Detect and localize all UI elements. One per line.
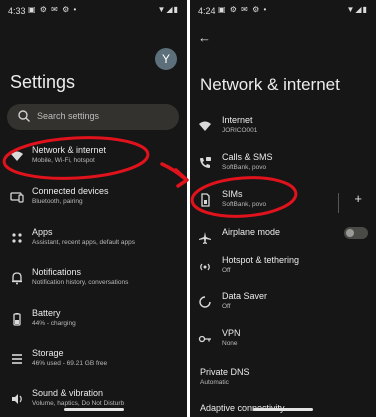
item-title: Data Saver	[222, 291, 268, 301]
wifi-icon	[11, 151, 23, 161]
network-item-vpn[interactable]: VPN None	[190, 326, 376, 362]
airplane-mode-toggle[interactable]	[344, 227, 368, 239]
notification-icons: ▣ ⚙ ✉ ⚙ •	[218, 5, 268, 14]
network-item-hotspot[interactable]: Hotspot & tethering Off	[190, 253, 376, 289]
item-subtitle: None	[222, 340, 238, 347]
calls-sms-icon	[200, 157, 211, 168]
network-item-data-saver[interactable]: Data Saver Off	[190, 289, 376, 325]
add-sim-button[interactable]: +	[354, 191, 362, 206]
item-subtitle: Notification history, conversations	[32, 279, 129, 286]
settings-item-connected-devices[interactable]: Connected devices Bluetooth, pairing	[0, 184, 187, 220]
item-subtitle: Volume, haptics, Do Not Disturb	[32, 400, 125, 407]
item-subtitle: Off	[222, 303, 231, 310]
item-title: Airplane mode	[222, 227, 281, 237]
status-time: 4:24	[198, 6, 216, 16]
settings-item-sound[interactable]: Sound & vibration Volume, haptics, Do No…	[0, 386, 187, 417]
settings-item-network[interactable]: Network & internet Mobile, Wi-Fi, hotspo…	[0, 143, 187, 179]
item-title: SIMs	[222, 189, 243, 199]
search-settings-bar[interactable]: Search settings	[7, 104, 179, 130]
item-subtitle: Assistant, recent apps, default apps	[32, 239, 135, 246]
status-time: 4:33	[8, 6, 26, 16]
item-subtitle: 44% - charging	[32, 320, 76, 327]
page-title: Settings	[10, 72, 76, 92]
item-subtitle: JORICO001	[222, 127, 258, 134]
back-arrow-icon[interactable]: ←	[198, 30, 211, 45]
search-placeholder: Search settings	[37, 111, 100, 121]
status-bar: 4:33 ▣ ⚙ ✉ ⚙ • ▼◢▮	[0, 0, 187, 22]
item-subtitle: Automatic	[200, 379, 229, 386]
item-subtitle: Off	[222, 267, 231, 274]
item-title: Sound & vibration	[32, 388, 104, 398]
item-title: Apps	[32, 227, 53, 237]
battery-icon	[13, 313, 21, 326]
apps-icon	[12, 233, 22, 243]
item-title: Hotspot & tethering	[222, 255, 300, 265]
divider	[338, 193, 339, 213]
network-item-internet[interactable]: Internet JORICO001	[190, 113, 376, 149]
settings-item-notifications[interactable]: Notifications Notification history, conv…	[0, 265, 187, 301]
item-subtitle: 46% used - 69.21 GB free	[32, 360, 108, 367]
wifi-icon	[199, 121, 211, 131]
settings-screen: 4:33 ▣ ⚙ ✉ ⚙ • ▼◢▮ Y Settings Search set…	[0, 0, 187, 417]
item-title: Notifications	[32, 267, 82, 277]
hotspot-icon	[200, 263, 210, 271]
item-title: Connected devices	[32, 186, 109, 196]
network-internet-screen: 4:24 ▣ ⚙ ✉ ⚙ • ▼◢▮ ← Network & internet …	[190, 0, 376, 417]
item-title: Internet	[222, 115, 253, 125]
vpn-icon	[198, 335, 211, 343]
bell-icon	[12, 272, 22, 285]
item-subtitle: Bluetooth, pairing	[32, 198, 83, 205]
account-avatar[interactable]: Y	[155, 48, 177, 70]
gesture-nav-bar[interactable]	[253, 408, 313, 411]
network-item-sims[interactable]: SIMs SoftBank, povo	[190, 187, 376, 223]
item-title: Battery	[32, 308, 61, 318]
toggle-knob	[346, 229, 354, 237]
item-subtitle: SoftBank, povo	[222, 201, 267, 208]
gesture-nav-bar[interactable]	[63, 408, 124, 411]
item-title: Calls & SMS	[222, 152, 273, 162]
network-item-private-dns[interactable]: Private DNS Automatic	[190, 365, 376, 401]
item-subtitle: Mobile, Wi-Fi, hotspot	[32, 157, 95, 164]
settings-item-battery[interactable]: Battery 44% - charging	[0, 306, 187, 342]
item-subtitle: SoftBank, povo	[222, 164, 267, 171]
storage-icon	[12, 354, 22, 364]
settings-item-storage[interactable]: Storage 46% used - 69.21 GB free	[0, 346, 187, 382]
item-title: Storage	[32, 348, 64, 358]
network-item-calls-sms[interactable]: Calls & SMS SoftBank, povo	[190, 150, 376, 186]
data-saver-icon	[199, 296, 211, 308]
airplane-icon	[199, 232, 211, 244]
status-bar: 4:24 ▣ ⚙ ✉ ⚙ • ▼◢▮	[190, 0, 376, 22]
search-icon	[18, 110, 30, 122]
item-title: Network & internet	[32, 145, 107, 155]
item-title: Private DNS	[200, 367, 250, 377]
notification-icons: ▣ ⚙ ✉ ⚙ •	[28, 5, 78, 14]
page-title: Network & internet	[200, 75, 340, 94]
connected-devices-icon	[10, 192, 24, 203]
system-status-icons: ▼◢▮	[346, 5, 368, 14]
settings-item-apps[interactable]: Apps Assistant, recent apps, default app…	[0, 225, 187, 261]
system-status-icons: ▼◢▮	[157, 5, 179, 14]
item-title: VPN	[222, 328, 241, 338]
speaker-icon	[12, 394, 22, 404]
sim-icon	[201, 193, 210, 207]
